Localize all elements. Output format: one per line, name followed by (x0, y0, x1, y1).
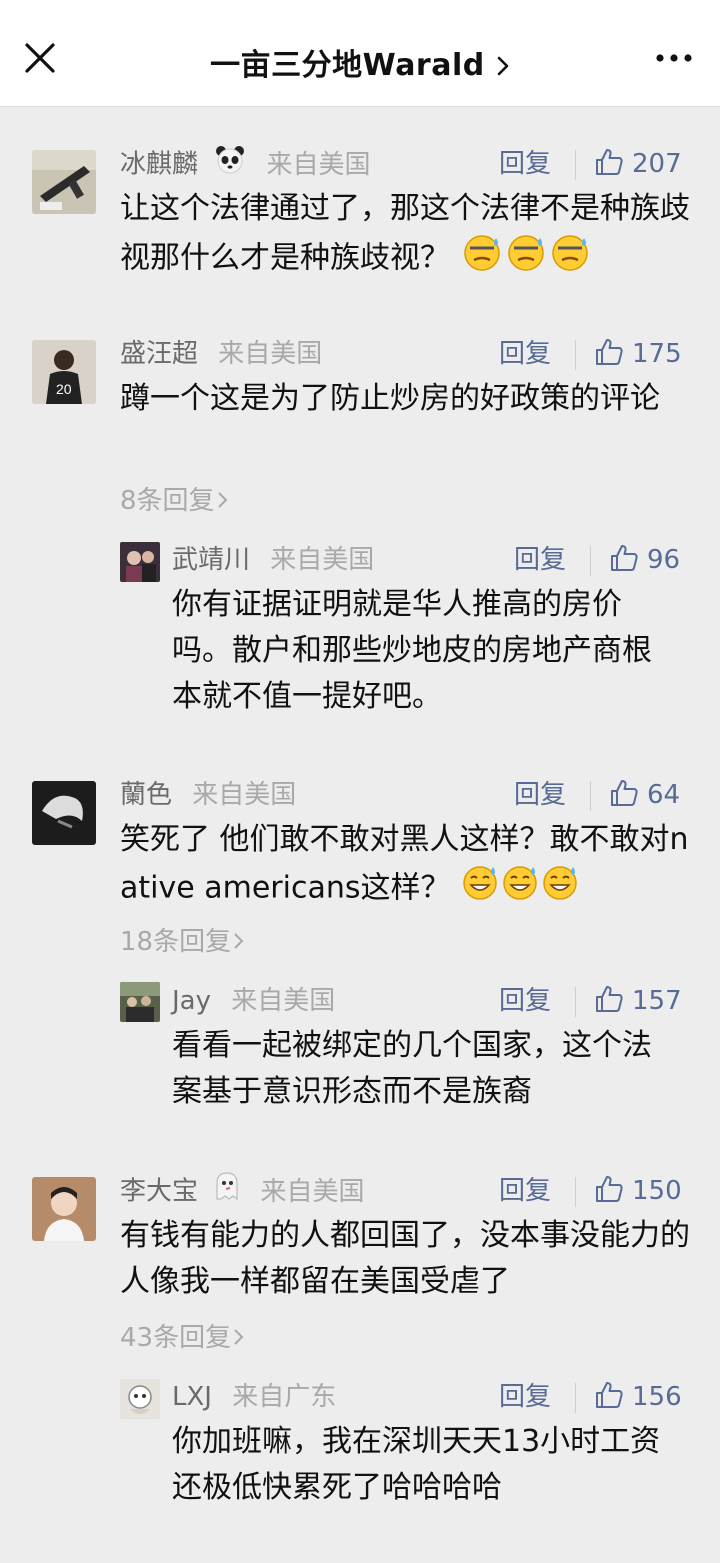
like-button[interactable]: 175 (594, 334, 682, 374)
reply-button[interactable]: 回复 (514, 775, 566, 815)
comment-meta: 冰麒麟 来自美国 (120, 144, 371, 184)
avatar[interactable]: 20 (32, 340, 96, 404)
divider (575, 1383, 576, 1413)
reply-text: 看看一起被绑定的几个国家，这个法案基于意识形态而不是族裔 (172, 1028, 652, 1109)
reply-text: 你加班嘛，我在深圳天天13小时工资还极低快累死了哈哈哈哈 (172, 1424, 661, 1505)
avatar[interactable] (32, 781, 96, 845)
thumbs-up-icon (596, 985, 623, 1012)
comment-text: 有钱有能力的人都回国了，没本事没能力的人像我一样都留在美国受虐了 (120, 1218, 690, 1299)
divider (590, 781, 591, 811)
like-button[interactable]: 156 (594, 1377, 682, 1417)
divider (575, 150, 576, 180)
thumbs-up-icon (611, 779, 638, 806)
location-label: 来自美国 (270, 545, 375, 575)
like-count: 150 (632, 1176, 682, 1206)
grin-sweat-icon (542, 863, 580, 915)
location-label: 来自广东 (232, 1382, 337, 1412)
chevron-right-icon (234, 1328, 244, 1345)
reply-meta: LXJ 来自广东 (172, 1377, 336, 1417)
top-bar: 一亩三分地Warald (0, 0, 720, 107)
reply-button[interactable]: 回复 (499, 334, 551, 374)
reply-button[interactable]: 回复 (499, 1171, 551, 1211)
chevron-right-icon (234, 932, 244, 949)
comment-body: 让这个法律通过了，那这个法律不是种族歧视那什么才是种族歧视？ (120, 191, 690, 276)
more-replies-label: 18条回复 (120, 927, 232, 957)
comment-body: 笑死了 他们敢不敢对黑人这样？敢不敢对native americans这样？ (120, 822, 689, 906)
like-count: 207 (632, 149, 682, 179)
comment-text: 蹲一个这是为了防止炒房的好政策的评论 (120, 381, 660, 416)
thumbs-up-icon (611, 544, 638, 571)
chevron-right-icon (217, 491, 227, 508)
grin-sweat-icon (502, 863, 540, 915)
reply-button[interactable]: 回复 (514, 540, 566, 580)
comment-text: 笑死了 他们敢不敢对黑人这样？敢不敢对native americans这样？ (120, 817, 695, 915)
nickname[interactable]: 盛汪超 (120, 339, 198, 369)
like-count: 96 (647, 545, 681, 575)
thumbs-up-icon (596, 148, 623, 175)
more-replies-link[interactable]: 8条回复 (120, 483, 229, 519)
like-count: 64 (647, 780, 681, 810)
nickname[interactable]: 冰麒麟 (120, 150, 198, 180)
like-button[interactable]: 207 (594, 144, 682, 184)
reply-text: 你有证据证明就是华人推高的房价吗。散户和那些炒地皮的房地产商根本就不值一提好吧。 (172, 587, 652, 714)
reply-button[interactable]: 回复 (499, 981, 551, 1021)
svg-text:20: 20 (56, 381, 72, 397)
more-replies-label: 8条回复 (120, 486, 215, 516)
reply-avatar[interactable] (120, 982, 160, 1022)
location-label: 来自美国 (218, 339, 323, 369)
comment-meta: 盛汪超 来自美国 (120, 334, 322, 374)
reply-button[interactable]: 回复 (499, 144, 551, 184)
page-title[interactable]: 一亩三分地Warald (210, 48, 485, 83)
reply-button[interactable]: 回复 (499, 1377, 551, 1417)
thumbs-up-icon (596, 338, 623, 365)
nickname[interactable]: 武靖川 (172, 545, 250, 575)
like-count: 175 (632, 339, 682, 369)
thumbs-up-icon (596, 1381, 623, 1408)
avatar[interactable] (32, 1177, 96, 1241)
like-count: 157 (632, 986, 682, 1016)
divider (590, 546, 591, 576)
divider (575, 987, 576, 1017)
like-count: 156 (632, 1382, 682, 1412)
more-replies-label: 43条回复 (120, 1323, 232, 1353)
nickname[interactable]: 李大宝 (120, 1177, 198, 1207)
divider (575, 1177, 576, 1207)
reply-avatar[interactable] (120, 1379, 160, 1419)
panda-emoji-icon (214, 144, 246, 186)
comment-text: 让这个法律通过了，那这个法律不是种族歧视那什么才是种族歧视？ (120, 186, 695, 286)
location-label: 来自美国 (266, 149, 371, 180)
nickname[interactable]: LXJ (172, 1382, 212, 1412)
location-label: 来自美国 (192, 780, 297, 810)
more-icon[interactable] (654, 50, 694, 66)
more-replies-link[interactable]: 43条回复 (120, 1320, 245, 1356)
reply-avatar[interactable] (120, 542, 160, 582)
nickname[interactable]: Jay (172, 986, 211, 1016)
like-button[interactable]: 64 (609, 775, 680, 815)
chevron-right-icon[interactable] (496, 55, 510, 81)
sweat-smile-face-icon (506, 232, 548, 286)
like-button[interactable]: 96 (609, 540, 680, 580)
comment-meta: 蘭色 来自美国 (120, 775, 296, 815)
sweat-smile-face-icon (462, 232, 504, 286)
ghost-emoji-icon (214, 1171, 240, 1213)
comment-meta: 李大宝 来自美国 (120, 1171, 365, 1211)
more-replies-link[interactable]: 18条回复 (120, 924, 245, 960)
divider (575, 340, 576, 370)
reply-meta: 武靖川 来自美国 (172, 540, 374, 580)
like-button[interactable]: 157 (594, 981, 682, 1021)
like-button[interactable]: 150 (594, 1171, 682, 1211)
grin-sweat-icon (462, 863, 500, 915)
location-label: 来自美国 (231, 986, 336, 1016)
location-label: 来自美国 (260, 1176, 365, 1207)
title-wrap[interactable]: 一亩三分地Warald (0, 40, 720, 84)
nickname[interactable]: 蘭色 (120, 780, 172, 810)
sweat-smile-face-icon (550, 232, 592, 286)
reply-meta: Jay 来自美国 (172, 981, 335, 1021)
thumbs-up-icon (596, 1175, 623, 1202)
avatar[interactable] (32, 150, 96, 214)
